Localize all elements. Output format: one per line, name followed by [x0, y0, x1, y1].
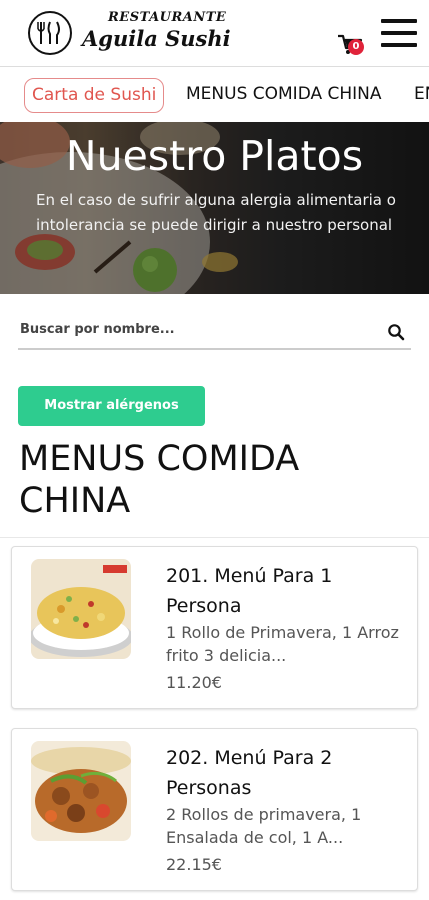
category-tabs: Carta de Sushi MENUS COMIDA CHINA EN — [0, 66, 429, 122]
section-title: MENUS COMIDA CHINA — [19, 439, 300, 521]
app-header: RESTAURANTE Aguila Sushi 0 — [0, 0, 429, 66]
brand-subtitle: RESTAURANTE — [108, 10, 227, 25]
brand-name[interactable]: Aguila Sushi — [82, 26, 231, 51]
tab-carta-de-sushi[interactable]: Carta de Sushi — [24, 78, 165, 113]
search-input[interactable] — [20, 322, 360, 337]
menu-item-price: 22.15€ — [166, 855, 222, 874]
menu-item-card[interactable]: 201. Menú Para 1 Persona 1 Rollo de Prim… — [11, 546, 418, 709]
menu-item-title: 202. Menú Para 2 Personas — [166, 747, 333, 799]
menu-item-description: 1 Rollo de Primavera, 1 Arroz frito 3 de… — [166, 623, 399, 665]
stir-fry-photo — [31, 741, 131, 841]
hero-subtitle: En el caso de sufrir alguna alergia alim… — [36, 191, 396, 234]
search-bar — [18, 316, 411, 350]
fried-rice-photo — [31, 559, 131, 659]
hero-title: Nuestro Platos — [65, 132, 364, 180]
show-allergens-button[interactable]: Mostrar alérgenos — [18, 386, 205, 426]
hero-banner: Nuestro Platos En el caso de sufrir algu… — [0, 122, 429, 294]
tab-menus-comida-china[interactable]: MENUS COMIDA CHINA — [186, 78, 382, 113]
menu-item-title: 201. Menú Para 1 Persona — [166, 565, 333, 617]
menu-item-price: 11.20€ — [166, 673, 222, 692]
menu-item-card[interactable]: 202. Menú Para 2 Personas 2 Rollos de pr… — [11, 728, 418, 891]
search-icon[interactable] — [387, 323, 405, 341]
hamburger-icon[interactable] — [381, 18, 417, 48]
menu-item-description: 2 Rollos de primavera, 1 Ensalada de col… — [166, 805, 362, 847]
section-divider — [0, 537, 429, 538]
cutlery-logo-icon[interactable] — [28, 11, 72, 55]
tab-en[interactable]: EN — [414, 78, 429, 113]
cart-count-badge: 0 — [348, 39, 364, 55]
